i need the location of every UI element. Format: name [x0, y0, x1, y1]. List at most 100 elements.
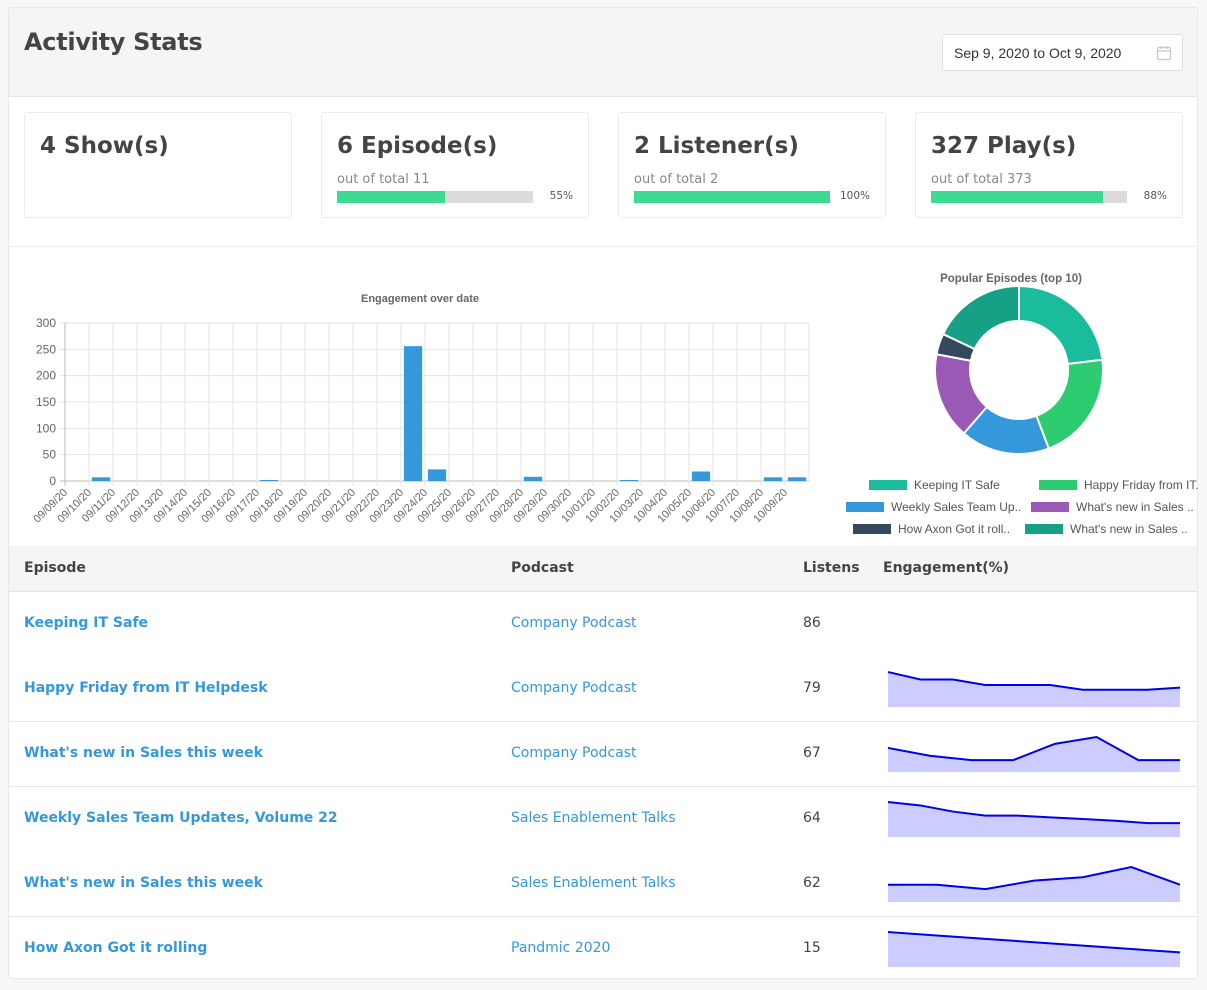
stat-value: 327 Play(s)	[931, 133, 1077, 159]
progress-fill	[634, 191, 830, 203]
engagement-bar-chart: Engagement over date 0501001502002503000…	[31, 293, 810, 525]
podcast-link[interactable]: Sales Enablement Talks	[511, 810, 676, 826]
column-header-podcast[interactable]: Podcast	[511, 560, 574, 576]
engagement-sparkline	[887, 671, 1181, 707]
bar[interactable]	[91, 477, 111, 481]
bar[interactable]	[403, 346, 423, 481]
bar[interactable]	[259, 480, 279, 481]
stat-subtext: out of total 2	[634, 172, 719, 187]
legend-label[interactable]: What's new in Sales ..	[1076, 500, 1194, 514]
progress-fill	[931, 191, 1104, 203]
y-tick-label: 0	[49, 474, 56, 488]
episodes-table: Episode Podcast Listens Engagement(%) Ke…	[9, 546, 1197, 982]
stats-row: 4 Show(s) 6 Episode(s) out of total 11 5…	[9, 97, 1197, 247]
y-tick-label: 200	[36, 369, 56, 383]
engagement-sparkline	[888, 866, 1181, 902]
podcast-link[interactable]: Company Podcast	[511, 615, 637, 631]
engagement-sparkline	[886, 600, 1182, 650]
progress-fill	[337, 191, 445, 203]
legend-swatch	[1031, 502, 1069, 512]
stat-card-shows: 4 Show(s)	[24, 112, 292, 218]
legend-swatch	[1025, 524, 1063, 534]
progress-bar	[337, 191, 533, 203]
stat-value: 4 Show(s)	[40, 133, 169, 159]
stat-value: 6 Episode(s)	[337, 133, 498, 159]
episode-link[interactable]: How Axon Got it rolling	[24, 940, 207, 956]
podcast-link[interactable]: Company Podcast	[511, 745, 637, 761]
date-range-picker[interactable]: Sep 9, 2020 to Oct 9, 2020	[942, 34, 1183, 71]
legend-swatch	[869, 480, 907, 490]
bar-chart-title: Engagement over date	[361, 293, 479, 305]
listens-count: 64	[803, 810, 821, 826]
bar[interactable]	[523, 476, 543, 481]
listens-count: 15	[803, 940, 821, 956]
legend-label[interactable]: Happy Friday from IT..	[1084, 478, 1199, 492]
legend-label[interactable]: What's new in Sales ..	[1070, 522, 1188, 536]
legend-label[interactable]: Weekly Sales Team Up..	[891, 500, 1021, 514]
table-row: How Axon Got it rolling Pandmic 2020 15	[9, 917, 1197, 982]
progress-bar	[931, 191, 1127, 203]
y-tick-label: 300	[36, 316, 56, 330]
charts-row: Engagement over date 0 50 100 150 200 250 300 0…	[9, 248, 1199, 546]
legend-label[interactable]: How Axon Got it roll..	[898, 522, 1010, 536]
episode-link[interactable]: What's new in Sales this week	[24, 745, 263, 761]
column-header-engagement[interactable]: Engagement(%)	[883, 560, 1009, 576]
listens-count: 67	[803, 745, 821, 761]
y-tick-label: 150	[36, 395, 56, 409]
table-row: Happy Friday from IT Helpdesk Company Po…	[9, 657, 1197, 722]
table-header: Episode Podcast Listens Engagement(%)	[9, 546, 1197, 592]
sparkline-area	[888, 737, 1180, 772]
episode-link[interactable]: Weekly Sales Team Updates, Volume 22	[24, 810, 338, 826]
stat-card-plays: 327 Play(s) out of total 373 88%	[915, 112, 1183, 218]
listens-count: 79	[803, 680, 821, 696]
donut-slice[interactable]	[941, 284, 1020, 351]
calendar-icon	[1156, 46, 1172, 61]
stat-value: 2 Listener(s)	[634, 133, 799, 159]
bar[interactable]	[787, 477, 807, 481]
podcast-link[interactable]: Sales Enablement Talks	[511, 875, 676, 891]
stat-card-episodes: 6 Episode(s) out of total 11 55%	[321, 112, 589, 218]
y-tick-label: 100	[36, 421, 56, 435]
podcast-link[interactable]: Pandmic 2020	[511, 940, 610, 956]
episode-link[interactable]: Happy Friday from IT Helpdesk	[24, 680, 268, 696]
progress-percent: 100%	[839, 190, 870, 202]
table-row: What's new in Sales this week Sales Enab…	[9, 852, 1197, 917]
legend-swatch	[1039, 480, 1077, 490]
listens-count: 86	[803, 615, 821, 631]
progress-percent: 88%	[1143, 190, 1167, 202]
podcast-link[interactable]: Company Podcast	[511, 680, 637, 696]
stat-subtext: out of total 373	[931, 172, 1032, 187]
bar[interactable]	[763, 477, 783, 481]
episode-link[interactable]: What's new in Sales this week	[24, 875, 263, 891]
table-row: Weekly Sales Team Updates, Volume 22 Sal…	[9, 787, 1197, 852]
engagement-sparkline	[887, 736, 1180, 772]
legend-swatch	[846, 502, 884, 512]
progress-bar	[634, 191, 830, 203]
bar[interactable]	[427, 469, 447, 481]
popular-episodes-donut-chart: Popular Episodes (top 10) Keeping IT Saf…	[846, 273, 1199, 536]
donut-slice[interactable]	[1035, 358, 1104, 450]
activity-stats-panel: Activity Stats Sep 9, 2020 to Oct 9, 202…	[8, 7, 1199, 982]
donut-chart-title: Popular Episodes (top 10)	[940, 273, 1082, 285]
progress-percent: 55%	[549, 190, 573, 202]
column-header-listens[interactable]: Listens	[803, 560, 860, 576]
engagement-sparkline	[887, 931, 1181, 967]
table-row: What's new in Sales this week Company Po…	[9, 722, 1197, 787]
bar[interactable]	[691, 471, 711, 481]
y-tick-label: 250	[36, 342, 56, 356]
y-tick-label: 50	[43, 448, 57, 462]
table-row: Keeping IT Safe Company Podcast 86	[9, 592, 1197, 657]
episode-link[interactable]: Keeping IT Safe	[24, 615, 148, 631]
legend-label[interactable]: Keeping IT Safe	[914, 478, 1000, 492]
legend-swatch	[853, 524, 891, 534]
listens-count: 62	[803, 875, 821, 891]
date-range-value: Sep 9, 2020 to Oct 9, 2020	[954, 45, 1122, 61]
page-header: Activity Stats Sep 9, 2020 to Oct 9, 202…	[9, 8, 1197, 97]
stat-card-listeners: 2 Listener(s) out of total 2 100%	[618, 112, 886, 218]
column-header-episode[interactable]: Episode	[24, 560, 86, 576]
page-title: Activity Stats	[24, 28, 203, 56]
engagement-sparkline	[887, 801, 1180, 837]
donut-slice[interactable]	[1018, 284, 1104, 366]
bar[interactable]	[619, 480, 639, 481]
stat-subtext: out of total 11	[337, 172, 430, 187]
